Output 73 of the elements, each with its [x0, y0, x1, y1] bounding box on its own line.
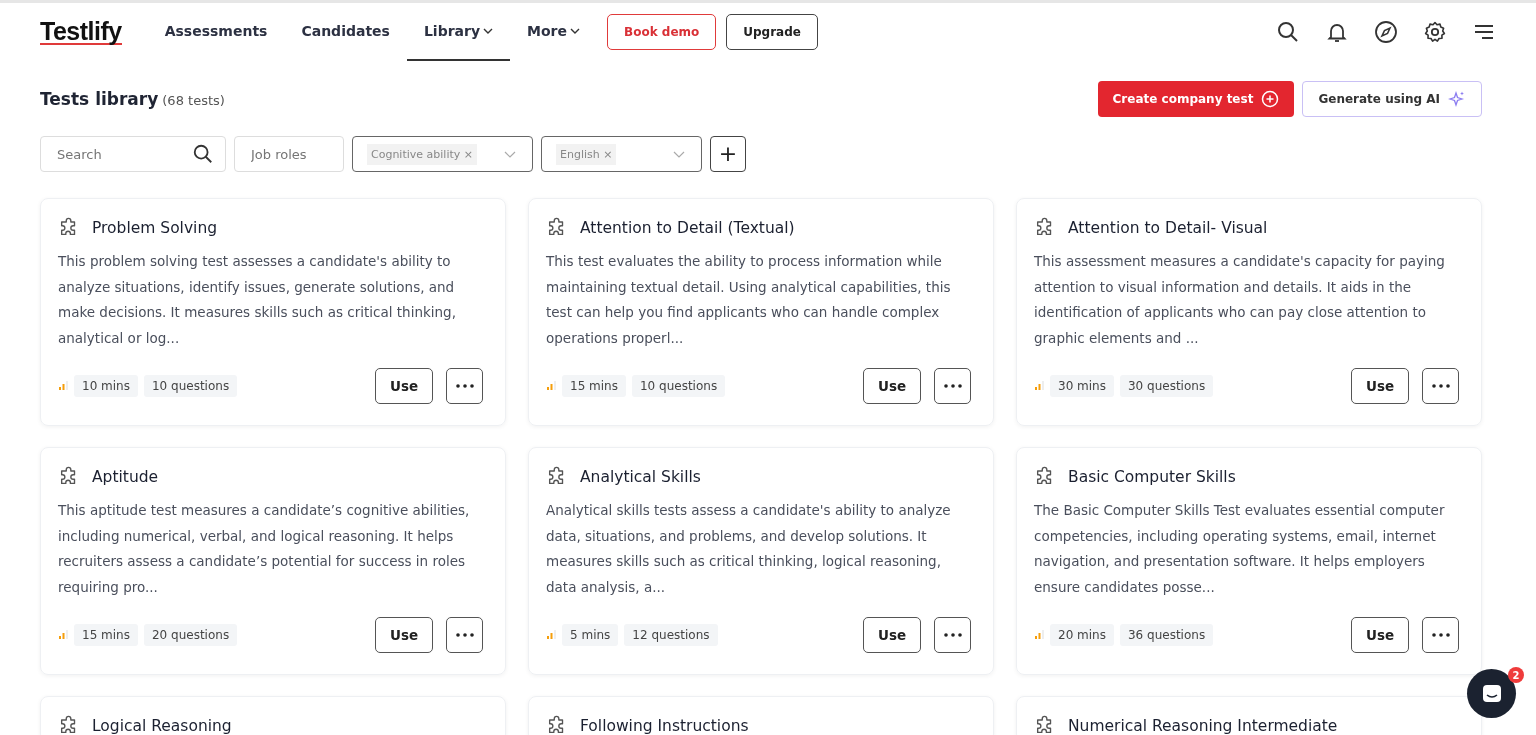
duration-tag: 15 mins	[562, 375, 626, 397]
difficulty-bars-icon	[1034, 381, 1044, 391]
more-options-button[interactable]	[934, 368, 971, 404]
test-title[interactable]: Logical Reasoning	[92, 717, 232, 735]
test-title[interactable]: Analytical Skills	[580, 468, 701, 486]
plus-circle-icon	[1261, 90, 1280, 108]
more-options-button[interactable]	[446, 368, 483, 404]
test-title[interactable]: Problem Solving	[92, 219, 218, 237]
questions-tag: 10 questions	[143, 375, 238, 397]
questions-tag: 12 questions	[624, 624, 718, 646]
settings-icon[interactable]	[1423, 20, 1447, 44]
test-description: This problem solving test assesses a candidate's ability to analyze situations, identify issues, generate solutions, and make decisions. It measures skills such as critical thinking, analytical or log...	[58, 252, 457, 348]
chat-icon	[1480, 682, 1503, 705]
duration-tag: 5 mins	[562, 624, 619, 646]
nav-link[interactable]: Assessments	[147, 3, 285, 61]
action-button[interactable]: Create company test	[1097, 81, 1295, 117]
test-title[interactable]: Following Instructions	[580, 717, 749, 735]
difficulty-bars-icon	[58, 381, 68, 391]
test-count: (68 tests)	[162, 92, 225, 108]
more-options-button[interactable]	[934, 617, 971, 653]
duration-tag: 10 mins	[74, 375, 138, 397]
use-button[interactable]: Use	[1351, 617, 1409, 653]
use-button[interactable]: Use	[375, 368, 433, 404]
test-description: This aptitude test measures a candidate’s cognitive abilities, including numerical, verbal, and logical reasoning. It helps recruiters assess a candidate’s potential for success in roles requiring pro...	[58, 501, 471, 597]
duration-tag: 15 mins	[74, 624, 138, 646]
difficulty-bars-icon	[58, 630, 68, 640]
questions-tag: 10 questions	[631, 375, 726, 397]
dots-icon	[943, 384, 962, 388]
questions-tag: 36 questions	[1119, 624, 1214, 646]
duration-tag: 30 mins	[1050, 375, 1114, 397]
use-button[interactable]: Use	[375, 617, 433, 653]
difficulty-bars-icon	[546, 630, 556, 640]
test-description: The Basic Computer Skills Test evaluates essential computer competencies, including operating systems, email, internet navigation, and presentation software. It helps employers ensure candidates posse...	[1034, 501, 1446, 597]
page-title: Tests library	[40, 89, 159, 109]
use-button[interactable]: Use	[863, 368, 921, 404]
test-description: Analytical skills tests assess a candidate's ability to analyze data, situations, and problems, and develop solutions. It measures skills such as critical thinking, logical reasoning, data analysis, a...	[546, 501, 952, 597]
nav-link[interactable]: Library	[406, 3, 511, 61]
nav-link[interactable]: Candidates	[284, 3, 407, 61]
more-options-button[interactable]	[1422, 617, 1459, 653]
dots-icon	[1431, 633, 1450, 637]
search-field[interactable]: Search	[40, 136, 226, 172]
dots-icon	[455, 633, 474, 637]
test-title[interactable]: Aptitude	[92, 468, 159, 486]
dots-icon	[1431, 384, 1450, 388]
difficulty-bars-icon	[1034, 630, 1044, 640]
test-title[interactable]: Basic Computer Skills	[1068, 468, 1236, 486]
duration-tag: 20 mins	[1050, 624, 1114, 646]
questions-tag: 20 questions	[143, 624, 238, 646]
difficulty-bars-icon	[546, 381, 556, 391]
job-roles-field[interactable]: Job roles	[234, 136, 344, 172]
test-title[interactable]: Attention to Detail- Visual	[1068, 219, 1268, 237]
questions-tag: 30 questions	[1119, 375, 1214, 397]
action-button[interactable]: Generate using AI	[1302, 81, 1482, 117]
sparkle-icon	[1448, 90, 1466, 108]
logo[interactable]: Testlify	[40, 19, 122, 45]
test-description: This test evaluates the ability to process information while maintaining textual detail. Using analytical capabilities, this test can help you find applicants who can handle complex operations properl...	[546, 252, 952, 348]
test-description: This assessment measures a candidate's capacity for paying attention to visual information and details. It aids in the identification of applicants who can pay close attention to graphic elements and ...	[1034, 252, 1446, 348]
test-title[interactable]: Attention to Detail (Textual)	[580, 219, 795, 237]
add-filter-button[interactable]: +	[710, 136, 746, 172]
use-button[interactable]: Use	[1351, 368, 1409, 404]
test-title[interactable]: Numerical Reasoning Intermediate	[1068, 717, 1338, 735]
nav-button[interactable]: Book demo	[607, 14, 717, 50]
nav-link[interactable]: More	[510, 3, 597, 61]
nav-button[interactable]: Upgrade	[726, 14, 818, 50]
dots-icon	[455, 384, 474, 388]
search-icon	[192, 143, 214, 165]
notification-badge: 2	[1508, 667, 1524, 683]
search-icon[interactable]	[1276, 20, 1300, 44]
use-button[interactable]: Use	[863, 617, 921, 653]
dots-icon	[943, 633, 962, 637]
more-options-button[interactable]	[1422, 368, 1459, 404]
more-options-button[interactable]	[446, 617, 483, 653]
compass-icon[interactable]	[1374, 20, 1398, 44]
